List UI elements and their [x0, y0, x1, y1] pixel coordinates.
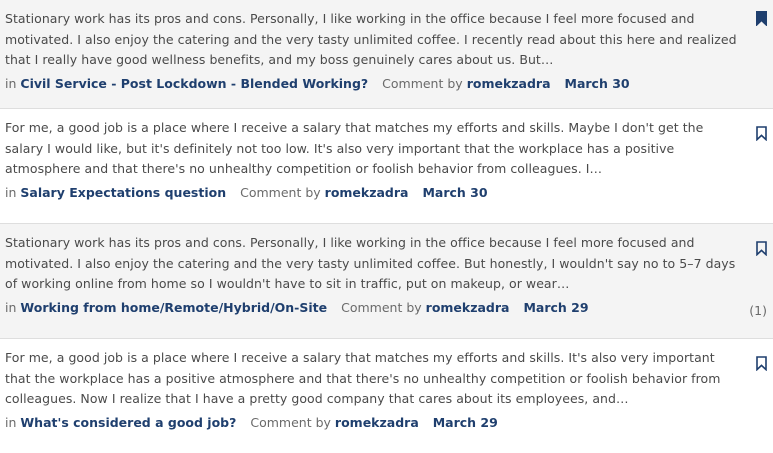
in-label: in [5, 184, 17, 200]
comment-by-label: Comment by [250, 414, 331, 430]
in-label: in [5, 299, 17, 315]
comment-item: Stationary work has its pros and cons. P… [0, 224, 773, 339]
in-label: in [5, 414, 17, 430]
comment-date-link[interactable]: March 30 [422, 185, 487, 200]
comment-meta: in Salary Expectations question Comment … [5, 183, 739, 203]
comment-by-label: Comment by [240, 184, 321, 200]
comment-by-label: Comment by [382, 75, 463, 91]
thread-link[interactable]: Working from home/Remote/Hybrid/On-Site [20, 300, 327, 315]
bookmark-outline-icon[interactable] [756, 126, 767, 142]
author-link[interactable]: romekzadra [335, 415, 419, 430]
author-link[interactable]: romekzadra [467, 76, 551, 91]
comment-meta: in Working from home/Remote/Hybrid/On-Si… [5, 298, 739, 318]
thread-link[interactable]: Salary Expectations question [20, 185, 226, 200]
comment-date-link[interactable]: March 29 [433, 415, 498, 430]
comment-excerpt[interactable]: Stationary work has its pros and cons. P… [5, 233, 739, 295]
author-link[interactable]: romekzadra [426, 300, 510, 315]
comment-item: Stationary work has its pros and cons. P… [0, 0, 773, 109]
comment-feed: Stationary work has its pros and cons. P… [0, 0, 773, 453]
bookmark-filled-icon[interactable] [756, 11, 767, 27]
comment-excerpt[interactable]: For me, a good job is a place where I re… [5, 118, 739, 180]
bookmark-outline-icon[interactable] [756, 241, 767, 257]
comment-excerpt[interactable]: Stationary work has its pros and cons. P… [5, 9, 739, 71]
in-label: in [5, 75, 17, 91]
bookmark-outline-icon[interactable] [756, 356, 767, 372]
comment-item: For me, a good job is a place where I re… [0, 339, 773, 453]
comment-excerpt[interactable]: For me, a good job is a place where I re… [5, 348, 739, 410]
author-link[interactable]: romekzadra [325, 185, 409, 200]
comment-date-link[interactable]: March 29 [523, 300, 588, 315]
comment-meta: in What's considered a good job? Comment… [5, 413, 739, 433]
thread-link[interactable]: What's considered a good job? [20, 415, 236, 430]
comment-by-label: Comment by [341, 299, 422, 315]
comment-meta: in Civil Service - Post Lockdown - Blend… [5, 74, 739, 94]
comment-date-link[interactable]: March 30 [565, 76, 630, 91]
thread-link[interactable]: Civil Service - Post Lockdown - Blended … [20, 76, 368, 91]
reply-count[interactable]: (1) [749, 303, 767, 318]
comment-item: For me, a good job is a place where I re… [0, 109, 773, 224]
